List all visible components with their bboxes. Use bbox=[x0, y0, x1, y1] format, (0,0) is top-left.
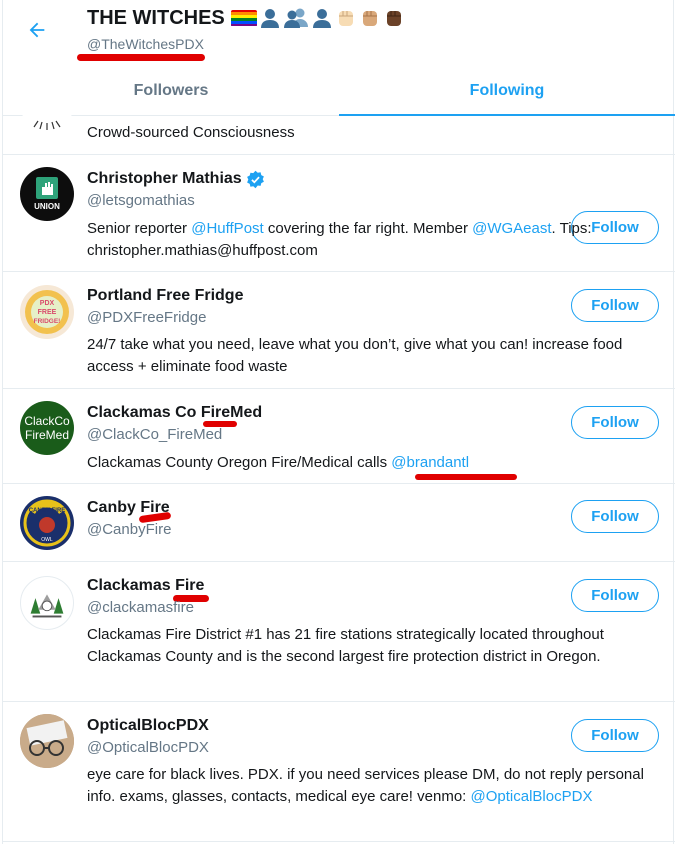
avatar-text: FireMed bbox=[24, 428, 69, 442]
avatar-text: UNION bbox=[34, 202, 60, 211]
list-item[interactable]: OpticalBlocPDX @OpticalBlocPDX Follow ey… bbox=[3, 702, 675, 842]
follow-button[interactable]: Follow bbox=[571, 406, 659, 439]
raised-fist-dark-icon bbox=[386, 11, 401, 26]
tab-following[interactable]: Following bbox=[339, 66, 675, 116]
eyeglasses-avatar-icon bbox=[20, 714, 74, 768]
profile-name: THE WITCHES bbox=[87, 7, 225, 29]
avatar: CANBY FIRE OWL bbox=[20, 496, 74, 550]
account-name-text: OpticalBlocPDX bbox=[87, 717, 209, 734]
account-bio: Crowd-sourced Consciousness bbox=[87, 124, 295, 141]
raised-fist-light-icon bbox=[338, 11, 353, 26]
bio-text: covering the far right. Member bbox=[263, 220, 473, 237]
account-name-text: Clackamas Fire bbox=[87, 577, 205, 594]
account-name[interactable]: OpticalBlocPDX bbox=[87, 716, 209, 736]
svg-text:PDX: PDX bbox=[40, 300, 55, 307]
svg-text:FREE: FREE bbox=[38, 309, 57, 316]
bio-text: Clackamas County Oregon Fire/Medical cal… bbox=[87, 454, 392, 471]
avatar bbox=[20, 77, 74, 131]
avatar bbox=[20, 714, 74, 768]
account-username: @CanbyFire bbox=[87, 521, 172, 538]
list-item[interactable]: ClackCo FireMed Clackamas Co FireMed @Cl… bbox=[3, 389, 675, 484]
mention-link[interactable]: @brandantl bbox=[391, 454, 469, 471]
sunburst-avatar-icon bbox=[33, 120, 61, 130]
list-item[interactable]: UNION Christopher Mathias @letsgomathias… bbox=[3, 155, 675, 272]
svg-text:OWL: OWL bbox=[41, 537, 53, 543]
mention-link[interactable]: @HuffPost bbox=[191, 220, 263, 237]
follow-button[interactable]: Follow bbox=[571, 579, 659, 612]
account-username: @OpticalBlocPDX bbox=[87, 739, 209, 756]
list-item[interactable]: CANBY FIRE OWL Canby Fire @CanbyFire Fol… bbox=[3, 484, 675, 562]
canby-fire-badge-icon: CANBY FIRE OWL bbox=[23, 499, 71, 547]
verified-badge-icon bbox=[246, 170, 264, 188]
avatar: PDX FREE FRIDGE! bbox=[20, 285, 74, 339]
profile-header: THE WITCHES @TheWitchesPDX bbox=[3, 0, 675, 66]
person-silhouette-icon bbox=[312, 9, 331, 28]
pdx-free-fridge-logo-icon: PDX FREE FRIDGE! bbox=[25, 290, 69, 334]
account-name[interactable]: Clackamas Co FireMed bbox=[87, 403, 262, 423]
profile-handle: @TheWitchesPDX bbox=[87, 36, 204, 52]
account-bio: eye care for black lives. PDX. if you ne… bbox=[87, 764, 657, 808]
mention-link[interactable]: @OpticalBlocPDX bbox=[471, 788, 593, 805]
rainbow-flag-icon bbox=[230, 9, 257, 27]
emoji-group bbox=[230, 7, 405, 29]
account-bio: 24/7 take what you need, leave what you … bbox=[87, 336, 623, 375]
avatar bbox=[20, 576, 74, 630]
account-bio: Senior reporter @HuffPost covering the f… bbox=[87, 218, 657, 262]
list-item[interactable]: Clackamas Fire @clackamasfire Follow Cla… bbox=[3, 562, 675, 702]
redaction-mark bbox=[77, 54, 205, 61]
mention-link[interactable]: @WGAeast bbox=[472, 220, 551, 237]
people-silhouette-icon bbox=[283, 8, 308, 28]
back-button[interactable] bbox=[21, 14, 53, 46]
account-name[interactable]: Portland Free Fridge bbox=[87, 286, 243, 306]
account-username: @ClackCo_FireMed bbox=[87, 426, 223, 443]
follow-tabs: Followers Following bbox=[3, 66, 675, 116]
list-item[interactable]: PDX FREE FRIDGE! Portland Free Fridge @P… bbox=[3, 272, 675, 389]
follow-button[interactable]: Follow bbox=[571, 289, 659, 322]
clackamas-fire-logo-icon bbox=[30, 594, 64, 618]
account-name[interactable]: Christopher Mathias bbox=[87, 169, 265, 189]
union-logo-icon: UNION bbox=[34, 177, 60, 211]
account-username: @letsgomathias bbox=[87, 192, 195, 209]
following-page: THE WITCHES @TheWitchesPDX Followers Fol bbox=[2, 0, 675, 844]
account-name-text: Christopher Mathias bbox=[87, 170, 242, 187]
account-username: @PDXFreeFridge bbox=[87, 309, 207, 326]
bio-text: Senior reporter bbox=[87, 220, 192, 237]
avatar-text: ClackCo bbox=[24, 414, 70, 428]
account-name-text: Portland Free Fridge bbox=[87, 287, 244, 304]
account-bio: Clackamas County Oregon Fire/Medical cal… bbox=[87, 452, 667, 474]
svg-text:FRIDGE!: FRIDGE! bbox=[34, 318, 61, 325]
redaction-mark bbox=[415, 474, 517, 480]
account-name-text: Clackamas Co FireMed bbox=[87, 404, 263, 421]
person-silhouette-icon bbox=[260, 9, 279, 28]
list-item[interactable]: Crowd-sourced Consciousness bbox=[3, 77, 675, 155]
account-bio: Clackamas Fire District #1 has 21 fire s… bbox=[87, 626, 604, 665]
account-username: @clackamasfire bbox=[87, 599, 194, 616]
svg-text:CANBY FIRE: CANBY FIRE bbox=[29, 508, 66, 514]
avatar: ClackCo FireMed bbox=[20, 401, 74, 455]
raised-fist-medium-icon bbox=[362, 11, 377, 26]
following-list: Crowd-sourced Consciousness UNION Christ… bbox=[3, 77, 675, 842]
account-name[interactable]: Clackamas Fire bbox=[87, 576, 204, 596]
avatar: UNION bbox=[20, 167, 74, 221]
follow-button[interactable]: Follow bbox=[571, 719, 659, 752]
follow-button[interactable]: Follow bbox=[571, 500, 659, 533]
profile-title: THE WITCHES bbox=[87, 6, 405, 30]
back-arrow-icon bbox=[29, 22, 45, 38]
